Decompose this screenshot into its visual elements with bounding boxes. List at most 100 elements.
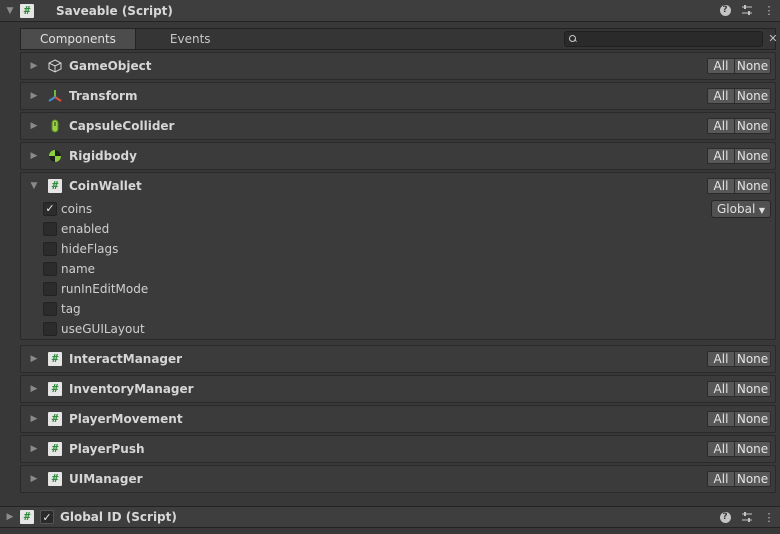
field-row: hideFlags	[21, 239, 775, 259]
collapse-caret-icon[interactable]: ▼	[3, 4, 17, 18]
script-hash-icon: #	[20, 3, 34, 18]
select-all-button[interactable]: All	[707, 441, 735, 457]
component-name: CapsuleCollider	[69, 119, 175, 133]
field-row: name	[21, 259, 775, 279]
rigidbody-icon	[47, 148, 63, 164]
component-name: PlayerMovement	[69, 412, 183, 426]
script-hash-icon: #	[47, 471, 63, 487]
expand-caret-icon[interactable]: ▶	[29, 91, 39, 101]
select-all-button[interactable]: All	[707, 148, 735, 164]
expand-caret-icon[interactable]: ▶	[29, 61, 39, 71]
tab-components[interactable]: Components	[21, 29, 136, 49]
field-checkbox[interactable]	[43, 282, 57, 296]
saveable-panel: Components Events ✕ ▶ GameObject All Non…	[16, 24, 780, 496]
script-hash-icon: #	[47, 381, 63, 397]
select-all-button[interactable]: All	[707, 58, 735, 74]
search-input[interactable]	[581, 32, 761, 46]
script-hash-icon: #	[20, 510, 34, 524]
select-none-button[interactable]: None	[735, 88, 771, 104]
select-all-button[interactable]: All	[707, 88, 735, 104]
scope-value: Global	[717, 202, 756, 216]
component-row-capsulecollider: ▶ CapsuleCollider All None	[20, 112, 776, 140]
expand-caret-icon[interactable]: ▶	[29, 384, 39, 394]
field-checkbox[interactable]	[43, 322, 57, 336]
select-none-button[interactable]: None	[735, 411, 771, 427]
component-row-uimanager: ▶ # UIManager All None	[20, 465, 776, 493]
component-name: Rigidbody	[69, 149, 137, 163]
global-id-script-header[interactable]: ▶ # ✓ Global ID (Script) ? ⋮	[0, 506, 780, 528]
saveable-script-header[interactable]: ▼ # Saveable (Script) ? ⋮	[0, 0, 780, 22]
field-row: useGUILayout	[21, 319, 775, 339]
component-row-playerpush: ▶ # PlayerPush All None	[20, 435, 776, 463]
script-title: Saveable (Script)	[56, 3, 173, 18]
help-icon[interactable]: ?	[718, 510, 732, 524]
field-checkbox[interactable]	[43, 302, 57, 316]
field-label: useGUILayout	[61, 322, 145, 336]
field-label: coins	[61, 202, 93, 216]
select-all-button[interactable]: All	[707, 118, 735, 134]
script-hash-icon: #	[47, 441, 63, 457]
select-all-button[interactable]: All	[707, 381, 735, 397]
expand-caret-icon[interactable]: ▶	[29, 444, 39, 454]
more-options-icon[interactable]: ⋮	[762, 3, 776, 17]
help-icon[interactable]: ?	[718, 3, 732, 17]
more-options-icon[interactable]: ⋮	[762, 510, 776, 524]
expand-caret-icon[interactable]: ▶	[29, 414, 39, 424]
transform-axes-icon	[47, 88, 63, 104]
select-none-button[interactable]: None	[735, 471, 771, 487]
collapse-caret-icon[interactable]: ▼	[29, 181, 39, 191]
select-none-button[interactable]: None	[735, 351, 771, 367]
field-row: runInEditMode	[21, 279, 775, 299]
script-title: Global ID (Script)	[60, 510, 177, 524]
component-name: CoinWallet	[69, 179, 142, 193]
select-all-button[interactable]: All	[707, 411, 735, 427]
select-all-button[interactable]: All	[707, 351, 735, 367]
field-row: enabled	[21, 219, 775, 239]
field-checkbox[interactable]	[43, 262, 57, 276]
presets-icon[interactable]	[740, 510, 754, 524]
select-none-button[interactable]: None	[735, 178, 771, 194]
field-row: ✓ coins Global ▼	[21, 199, 775, 219]
select-none-button[interactable]: None	[735, 441, 771, 457]
component-name: PlayerPush	[69, 442, 145, 456]
component-name: InteractManager	[69, 352, 183, 366]
component-name: InventoryManager	[69, 382, 194, 396]
component-row-interactmanager: ▶ # InteractManager All None	[20, 345, 776, 373]
expand-caret-icon[interactable]: ▶	[29, 121, 39, 131]
expand-caret-icon[interactable]: ▶	[29, 474, 39, 484]
field-checkbox[interactable]: ✓	[43, 202, 57, 216]
field-list: ✓ coins Global ▼ enabled hideFlags name	[21, 199, 775, 343]
clear-search-icon[interactable]: ✕	[768, 32, 778, 45]
component-row-playermovement: ▶ # PlayerMovement All None	[20, 405, 776, 433]
select-all-button[interactable]: All	[707, 178, 735, 194]
field-label: tag	[61, 302, 81, 316]
component-row-transform: ▶ Transform All None	[20, 82, 776, 110]
expand-caret-icon[interactable]: ▶	[29, 151, 39, 161]
field-row: tag	[21, 299, 775, 319]
search-field[interactable]	[564, 31, 763, 47]
field-label: hideFlags	[61, 242, 119, 256]
select-none-button[interactable]: None	[735, 58, 771, 74]
select-none-button[interactable]: None	[735, 118, 771, 134]
field-label: name	[61, 262, 96, 276]
select-none-button[interactable]: None	[735, 148, 771, 164]
script-hash-icon: #	[47, 411, 63, 427]
field-checkbox[interactable]	[43, 222, 57, 236]
enabled-checkbox[interactable]: ✓	[40, 510, 54, 524]
presets-icon[interactable]	[740, 3, 754, 17]
component-row-inventorymanager: ▶ # InventoryManager All None	[20, 375, 776, 403]
expand-caret-icon[interactable]: ▶	[29, 354, 39, 364]
component-row-rigidbody: ▶ Rigidbody All None	[20, 142, 776, 170]
field-checkbox[interactable]	[43, 242, 57, 256]
scope-dropdown[interactable]: Global ▼	[711, 200, 771, 218]
tab-events[interactable]: Events	[151, 29, 230, 49]
tab-bar: Components Events ✕	[20, 28, 778, 50]
component-row-gameobject: ▶ GameObject All None	[20, 52, 776, 80]
select-all-button[interactable]: All	[707, 471, 735, 487]
capsule-collider-icon	[47, 118, 63, 134]
search-icon	[569, 35, 577, 43]
expand-caret-icon[interactable]: ▶	[3, 510, 17, 524]
component-name: Transform	[69, 89, 138, 103]
select-none-button[interactable]: None	[735, 381, 771, 397]
field-label: runInEditMode	[61, 282, 149, 296]
